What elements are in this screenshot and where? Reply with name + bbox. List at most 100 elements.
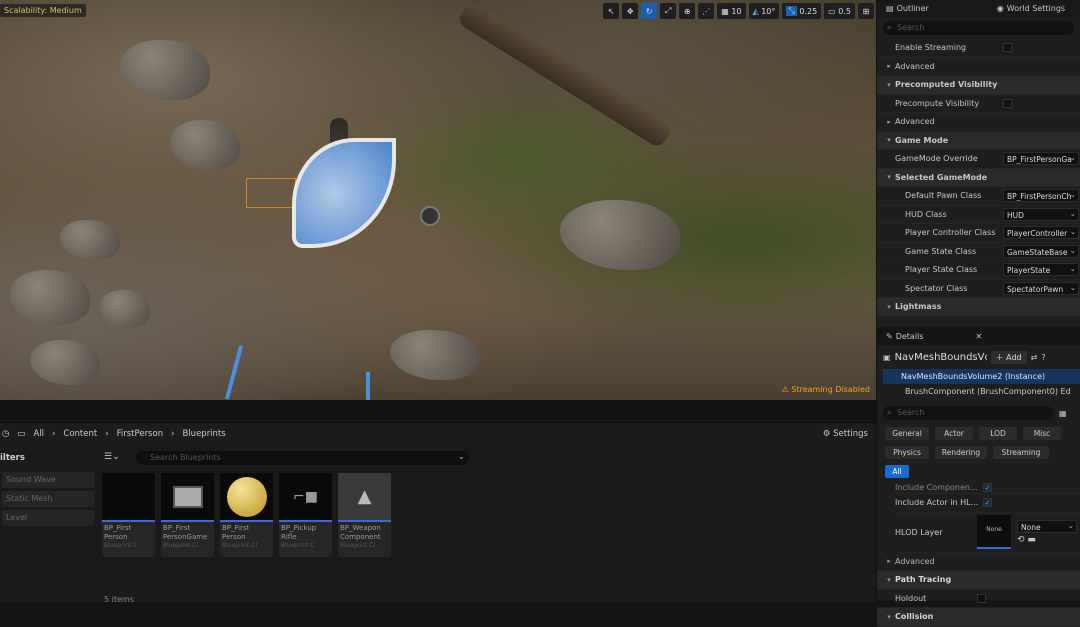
select-icon[interactable]: ↖ [603,3,620,19]
class-dropdown[interactable]: PlayerController [1003,226,1079,240]
filter-tab[interactable]: Streaming [993,446,1049,459]
world-settings-label: Player State Class [905,265,978,275]
translate-icon[interactable]: ✥ [622,3,639,19]
filter-tab-all[interactable]: All [885,465,909,478]
world-settings-row[interactable]: ▾ Precomputed Visibility [877,76,1080,95]
rotate-icon[interactable]: ↻ [641,3,658,19]
help-icon[interactable]: ? [1041,353,1045,362]
world-settings-row[interactable]: ▸ Advanced [877,113,1080,132]
rotation-gizmo[interactable] [292,138,396,248]
tab-outliner[interactable]: ▤ Outliner [883,4,932,13]
scale-snap-button[interactable]: ⤡ 0.25 [782,3,822,19]
blueprint-icon[interactable]: ⇄ [1031,353,1038,362]
collapse-icon[interactable]: ▾ [883,303,895,311]
filter-item[interactable]: Static Mesh [2,491,94,507]
breadcrumb-item[interactable]: Content [63,429,97,439]
world-settings-row[interactable]: ▸ Advanced [877,58,1080,76]
world-settings-search[interactable]: Search [883,21,1074,35]
world-settings-row[interactable]: Precompute Visibility [877,95,1080,113]
world-settings-row[interactable]: GameMode Override BP_FirstPersonGa [877,150,1080,169]
panel-splitter[interactable] [0,400,876,420]
class-dropdown[interactable]: HUD [1003,207,1079,221]
filter-tab[interactable]: LOD [979,427,1017,440]
chevron-down-icon[interactable]: ⌄ [458,452,465,461]
collision-section[interactable]: Collision [895,612,933,621]
grid-snap-button[interactable]: ▦ 10 [717,3,746,19]
folder-icon[interactable]: ▭ [17,429,25,439]
collapse-icon[interactable]: ▾ [883,136,895,144]
filter-tab[interactable]: Physics [885,446,929,459]
world-settings-checkbox[interactable] [1003,98,1012,108]
world-settings-row[interactable]: ▾ Lightmass [877,298,1080,317]
history-icon[interactable]: ◷ [2,429,9,439]
asset-tile[interactable]: ▲ BP_Weapon Component Blueprint Cl [338,473,391,557]
world-settings-row[interactable]: Player State Class PlayerState [877,261,1080,280]
component-row[interactable]: BrushComponent (BrushComponent0) Ed [877,384,1080,400]
camera-speed-button[interactable]: ▭ 0.5 [824,3,855,19]
grid-view-icon[interactable]: ▦ [1059,409,1067,418]
tab-world-settings[interactable]: ◉ World Settings [994,4,1068,13]
class-dropdown[interactable]: BP_FirstPersonGa [1003,152,1079,166]
filter-tab[interactable]: Rendering [935,446,987,459]
add-component-button[interactable]: ＋ Add [990,350,1027,364]
blue-arrow-icon [366,372,370,400]
rotation-snap-button[interactable]: ◭ 10° [748,3,780,19]
advanced-label[interactable]: Advanced [895,557,935,566]
warning-icon: ⚠ [781,385,789,394]
hlod-layer-dropdown[interactable]: None [1017,519,1077,533]
tab-details[interactable]: ✎ Details [883,332,926,341]
world-settings-row[interactable]: Player Controller Class PlayerController [877,224,1080,243]
path-tracing-section[interactable]: Path Tracing [895,575,951,584]
include-actor-checkbox[interactable]: ✓ [983,498,992,508]
world-settings-row[interactable]: Spectator Class SpectatorPawn [877,280,1080,298]
asset-tile[interactable]: BP_First Person Blueprint Cl [220,473,273,557]
expand-icon[interactable]: ▸ [883,62,895,70]
collapse-icon[interactable]: ▾ [883,613,895,621]
reset-icon[interactable]: ⟲ [1017,535,1025,545]
rock [560,200,680,270]
world-settings-row[interactable]: ▾ Selected GameMode [877,168,1080,187]
filter-item[interactable]: Sound Wave [2,472,94,488]
filter-icon[interactable]: ☰⌄ [104,452,120,462]
asset-search-input[interactable]: Search Blueprints [136,451,469,465]
collapse-icon[interactable]: ▾ [883,576,895,584]
class-dropdown[interactable]: GameStateBase [1003,244,1079,258]
settings-button[interactable]: ⚙ Settings [823,429,868,439]
filter-tab[interactable]: Actor [935,427,973,440]
holdout-checkbox[interactable] [977,593,986,603]
filter-tab[interactable]: General [885,427,929,440]
include-components-checkbox[interactable]: ✓ [983,482,992,492]
hlod-thumbnail[interactable]: None [977,515,1011,549]
breadcrumb-item[interactable]: FirstPerson [117,429,163,439]
filter-tab[interactable]: Misc [1023,427,1061,440]
scale-icon[interactable]: ⤢ [660,3,677,19]
expand-icon[interactable]: ▸ [883,557,895,565]
breadcrumb-item[interactable]: All [33,429,44,439]
scalability-badge[interactable]: Scalability: Medium [0,4,86,17]
breadcrumb-item[interactable]: Blueprints [182,429,225,439]
world-settings-checkbox[interactable] [1003,43,1012,53]
filter-item[interactable]: Level [2,510,94,526]
globe-icon[interactable]: ⊕ [679,3,696,19]
level-viewport[interactable]: Scalability: Medium ↖ ✥ ↻ ⤢ ⊕ ⋰ ▦ 10 ◭ 1… [0,0,876,400]
folder-icon[interactable]: ▬ [1027,535,1036,545]
surface-snap-icon[interactable]: ⋰ [698,3,715,19]
collapse-icon[interactable]: ▾ [883,173,895,181]
close-icon[interactable]: ✕ [972,332,985,341]
asset-tile[interactable]: BP_First PersonGame Blueprint Cl [161,473,214,557]
world-settings-row[interactable]: Default Pawn Class BP_FirstPersonCh [877,187,1080,206]
instance-row[interactable]: NavMeshBoundsVolume2 (Instance) [883,369,1080,384]
asset-tile[interactable]: BP_First Person Blueprint C [102,473,155,557]
class-dropdown[interactable]: PlayerState [1003,263,1079,277]
world-settings-row[interactable]: ▾ Game Mode [877,131,1080,150]
expand-icon[interactable]: ▸ [883,118,895,126]
viewport-layout-icon[interactable]: ⊞ [858,3,874,19]
world-settings-row[interactable]: Game State Class GameStateBase [877,243,1080,261]
collapse-icon[interactable]: ▾ [883,81,895,89]
details-search[interactable]: Search [883,406,1053,420]
world-settings-row[interactable]: Enable Streaming [877,39,1080,58]
class-dropdown[interactable]: SpectatorPawn [1003,281,1079,295]
world-settings-row[interactable]: HUD Class HUD [877,206,1080,224]
asset-tile[interactable]: ⌐■ BP_Pickup Rifle Blueprint C [279,473,332,557]
class-dropdown[interactable]: BP_FirstPersonCh [1003,189,1079,203]
